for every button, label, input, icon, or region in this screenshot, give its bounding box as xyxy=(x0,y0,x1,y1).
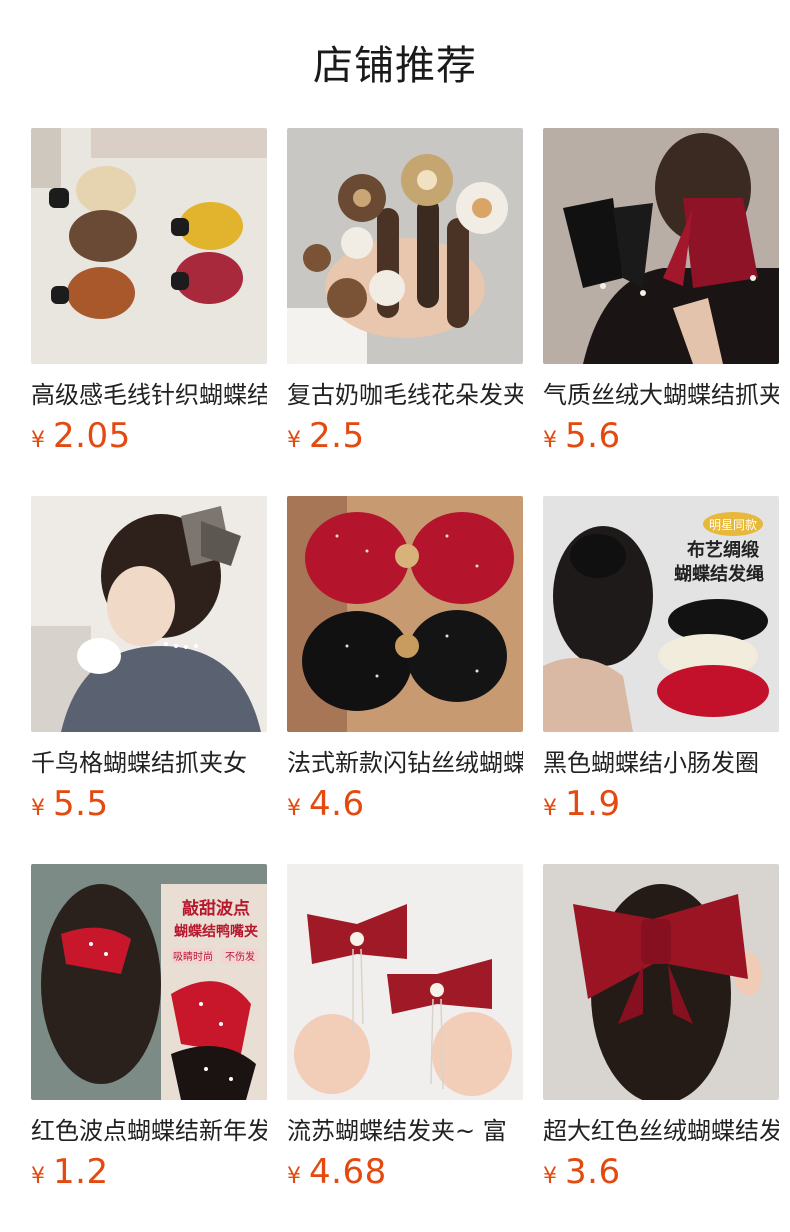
product-image[interactable] xyxy=(543,864,779,1100)
product-name[interactable]: 红色波点蝴蝶结新年发夹 xyxy=(31,1114,267,1148)
product-card[interactable]: 千鸟格蝴蝶结抓夹女 ¥ 5.5 xyxy=(31,496,267,844)
product-name[interactable]: 法式新款闪钻丝绒蝴蝶结 xyxy=(287,746,523,780)
price-amount: 5.5 xyxy=(53,784,109,824)
product-image[interactable]: 明星同款 布艺绸缎 蝴蝶结发绳 xyxy=(543,496,779,732)
product-card[interactable]: 流苏蝴蝶结发夹~ 富 ¥ 4.68 xyxy=(287,864,523,1212)
currency-symbol: ¥ xyxy=(543,428,557,453)
product-price: ¥ 5.5 xyxy=(31,784,109,828)
overlay-line-1: 敲甜波点 xyxy=(182,898,250,919)
product-name[interactable]: 高级感毛线针织蝴蝶结抓夹 xyxy=(31,378,267,412)
product-grid: 高级感毛线针织蝴蝶结抓夹 ¥ 2.05 xyxy=(31,128,779,1212)
product-image[interactable]: 敲甜波点 蝴蝶结鸭嘴夹 吸睛时尚 不伤发 xyxy=(31,864,267,1100)
product-card[interactable]: 明星同款 布艺绸缎 蝴蝶结发绳 黑色蝴蝶结小肠发圈 ¥ 1.9 xyxy=(543,496,779,844)
product-price: ¥ 2.05 xyxy=(31,416,131,460)
price-amount: 1.2 xyxy=(53,1152,109,1192)
product-image[interactable] xyxy=(543,128,779,364)
product-price: ¥ 2.5 xyxy=(287,416,365,460)
price-amount: 4.68 xyxy=(309,1152,387,1192)
price-amount: 1.9 xyxy=(565,784,621,824)
product-image[interactable] xyxy=(287,128,523,364)
price-amount: 2.5 xyxy=(309,416,365,456)
product-card[interactable]: 敲甜波点 蝴蝶结鸭嘴夹 吸睛时尚 不伤发 红色波点蝴蝶结新年发夹 ¥ 1.2 xyxy=(31,864,267,1212)
currency-symbol: ¥ xyxy=(543,1164,557,1189)
currency-symbol: ¥ xyxy=(31,428,45,453)
product-card[interactable]: 复古奶咖毛线花朵发夹 ¥ 2.5 xyxy=(287,128,523,476)
overlay-tag-1: 吸睛时尚 xyxy=(173,950,213,963)
product-image[interactable] xyxy=(31,496,267,732)
currency-symbol: ¥ xyxy=(287,796,301,821)
product-name[interactable]: 超大红色丝绒蝴蝶结发夹 xyxy=(543,1114,779,1148)
product-card[interactable]: 气质丝绒大蝴蝶结抓夹 ¥ 5.6 xyxy=(543,128,779,476)
badge-text: 明星同款 xyxy=(709,518,757,532)
currency-symbol: ¥ xyxy=(31,1164,45,1189)
product-image[interactable] xyxy=(287,496,523,732)
product-image[interactable] xyxy=(287,864,523,1100)
product-name[interactable]: 复古奶咖毛线花朵发夹 xyxy=(287,378,523,412)
overlay-tag-2: 不伤发 xyxy=(225,950,255,963)
overlay-line-2: 蝴蝶结发绳 xyxy=(674,563,764,585)
product-price: ¥ 4.6 xyxy=(287,784,365,828)
price-amount: 5.6 xyxy=(565,416,621,456)
page-title: 店铺推荐 xyxy=(313,43,477,89)
overlay-line-1: 布艺绸缎 xyxy=(687,539,760,561)
price-amount: 2.05 xyxy=(53,416,131,456)
product-price: ¥ 5.6 xyxy=(543,416,621,460)
product-name[interactable]: 黑色蝴蝶结小肠发圈 xyxy=(543,746,779,780)
product-card[interactable]: 高级感毛线针织蝴蝶结抓夹 ¥ 2.05 xyxy=(31,128,267,476)
product-image[interactable] xyxy=(31,128,267,364)
currency-symbol: ¥ xyxy=(287,1164,301,1189)
product-card[interactable]: 法式新款闪钻丝绒蝴蝶结 ¥ 4.6 xyxy=(287,496,523,844)
product-name[interactable]: 气质丝绒大蝴蝶结抓夹 xyxy=(543,378,779,412)
currency-symbol: ¥ xyxy=(31,796,45,821)
product-price: ¥ 3.6 xyxy=(543,1152,621,1196)
product-name[interactable]: 流苏蝴蝶结发夹~ 富 xyxy=(287,1114,523,1148)
overlay-line-2: 蝴蝶结鸭嘴夹 xyxy=(174,923,258,940)
product-price: ¥ 4.68 xyxy=(287,1152,387,1196)
product-price: ¥ 1.2 xyxy=(31,1152,109,1196)
product-name[interactable]: 千鸟格蝴蝶结抓夹女 xyxy=(31,746,267,780)
currency-symbol: ¥ xyxy=(543,796,557,821)
currency-symbol: ¥ xyxy=(287,428,301,453)
store-recommendations-page: 店铺推荐 高级感毛线针织蝴蝶结 ¥ 2.05 复古奶咖毛线花朵发夹 ¥ 2.5 … xyxy=(0,0,790,1232)
product-card[interactable]: 超大红色丝绒蝴蝶结发夹 ¥ 3.6 xyxy=(543,864,779,1212)
price-amount: 3.6 xyxy=(565,1152,621,1192)
product-price: ¥ 1.9 xyxy=(543,784,621,828)
price-amount: 4.6 xyxy=(309,784,365,824)
